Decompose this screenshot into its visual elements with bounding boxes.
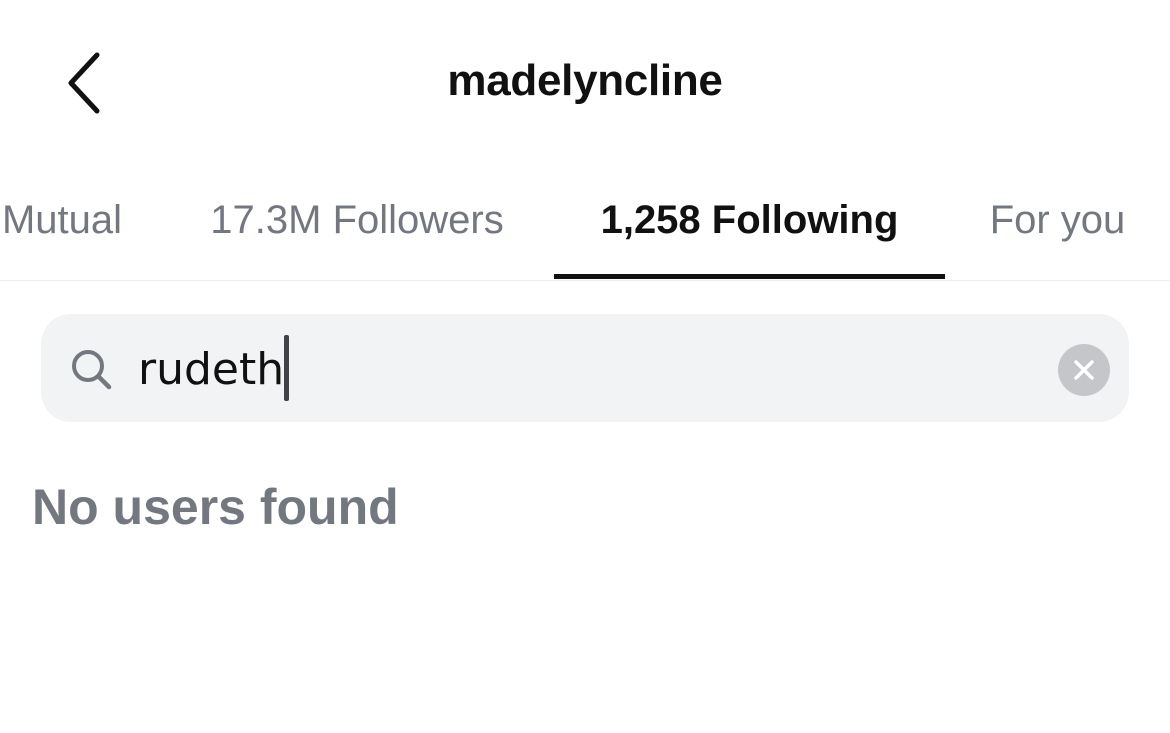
page-title: madelyncline bbox=[447, 56, 723, 105]
search-input[interactable] bbox=[138, 330, 1018, 408]
search-icon bbox=[72, 350, 112, 390]
clear-icon bbox=[1074, 360, 1094, 380]
tab-followers[interactable]: 17.3M Followers bbox=[190, 160, 524, 280]
active-tab-indicator bbox=[554, 274, 945, 279]
tab-for-you[interactable]: For you bbox=[970, 160, 1145, 280]
tab-mutual[interactable]: Mutual bbox=[0, 160, 132, 280]
no-results-message: No users found bbox=[32, 479, 399, 535]
header-bar: madelyncline bbox=[0, 0, 1170, 160]
text-cursor bbox=[284, 335, 289, 401]
tab-following[interactable]: 1,258 Following bbox=[554, 160, 945, 280]
tab-bar: Mutual 17.3M Followers 1,258 Following F… bbox=[0, 160, 1170, 281]
clear-search-button[interactable] bbox=[1058, 344, 1110, 396]
